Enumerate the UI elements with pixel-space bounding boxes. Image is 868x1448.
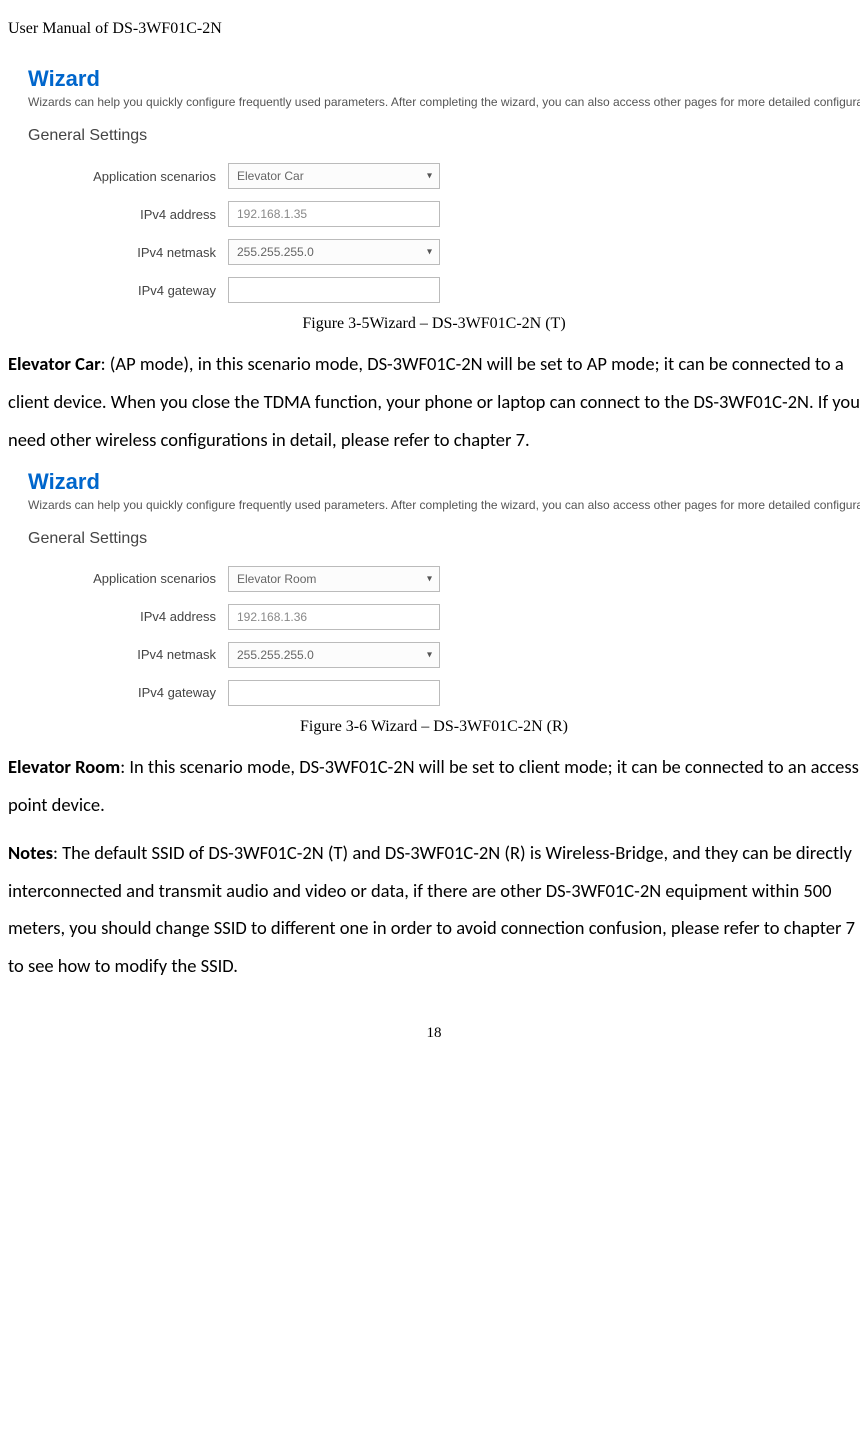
elevator-car-bold: Elevator Car [8, 352, 101, 375]
elevator-room-bold: Elevator Room [8, 755, 120, 778]
ipv4-address-row: IPv4 address [28, 201, 860, 227]
ipv4-gateway-label: IPv4 gateway [28, 685, 228, 700]
ipv4-gateway-input[interactable] [228, 277, 440, 303]
paragraph-elevator-car: Elevator Car: (AP mode), in this scenari… [8, 345, 860, 459]
ipv4-netmask-label: IPv4 netmask [28, 647, 228, 662]
page-number: 18 [8, 1025, 860, 1042]
ipv4-address-row: IPv4 address [28, 604, 860, 630]
figure-caption-1: Figure 3-5Wizard – DS-3WF01C-2N (T) [8, 315, 860, 333]
ipv4-netmask-select[interactable] [228, 642, 440, 668]
scenario-row: Application scenarios [28, 566, 860, 592]
ipv4-netmask-label: IPv4 netmask [28, 245, 228, 260]
wizard-title: Wizard [28, 66, 860, 92]
ipv4-gateway-row: IPv4 gateway [28, 277, 860, 303]
ipv4-gateway-row: IPv4 gateway [28, 680, 860, 706]
ipv4-gateway-input[interactable] [228, 680, 440, 706]
ipv4-netmask-select[interactable] [228, 239, 440, 265]
wizard-screenshot-2: Wizard Wizards can help you quickly conf… [28, 469, 860, 706]
ipv4-netmask-row: IPv4 netmask [28, 239, 860, 265]
scenario-select[interactable] [228, 163, 440, 189]
paragraph-notes: Notes: The default SSID of DS-3WF01C-2N … [8, 834, 860, 986]
ipv4-gateway-label: IPv4 gateway [28, 283, 228, 298]
wizard-subtitle: Wizards can help you quickly configure f… [28, 95, 860, 109]
notes-bold: Notes [8, 841, 53, 864]
wizard-screenshot-1: Wizard Wizards can help you quickly conf… [28, 66, 860, 303]
elevator-room-text: : In this scenario mode, DS-3WF01C-2N wi… [8, 755, 859, 816]
wizard-title: Wizard [28, 469, 860, 495]
page-header: User Manual of DS-3WF01C-2N [8, 20, 860, 38]
notes-text: : The default SSID of DS-3WF01C-2N (T) a… [8, 841, 855, 978]
paragraph-elevator-room: Elevator Room: In this scenario mode, DS… [8, 748, 860, 824]
wizard-subtitle: Wizards can help you quickly configure f… [28, 498, 860, 512]
ipv4-address-input[interactable] [228, 604, 440, 630]
elevator-car-text: : (AP mode), in this scenario mode, DS-3… [8, 352, 860, 451]
general-settings-heading: General Settings [28, 127, 860, 145]
ipv4-netmask-select-wrap[interactable] [228, 642, 440, 668]
scenario-label: Application scenarios [28, 169, 228, 184]
scenario-label: Application scenarios [28, 571, 228, 586]
ipv4-address-label: IPv4 address [28, 207, 228, 222]
scenario-select[interactable] [228, 566, 440, 592]
ipv4-netmask-select-wrap[interactable] [228, 239, 440, 265]
scenario-row: Application scenarios [28, 163, 860, 189]
ipv4-address-label: IPv4 address [28, 609, 228, 624]
ipv4-address-input[interactable] [228, 201, 440, 227]
figure-caption-2: Figure 3-6 Wizard – DS-3WF01C-2N (R) [8, 718, 860, 736]
ipv4-netmask-row: IPv4 netmask [28, 642, 860, 668]
general-settings-heading: General Settings [28, 530, 860, 548]
scenario-select-wrap[interactable] [228, 163, 440, 189]
scenario-select-wrap[interactable] [228, 566, 440, 592]
